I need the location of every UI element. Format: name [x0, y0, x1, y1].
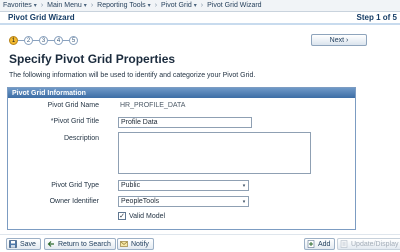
pivot-grid-type-value: Public [121, 182, 141, 189]
return-to-search-button[interactable]: Return to Search [44, 238, 116, 250]
add-button[interactable]: Add [304, 238, 336, 250]
notify-button-label: Notify [131, 240, 149, 248]
pivot-grid-name-label: Pivot Grid Name [47, 102, 99, 109]
top-navigation: Favorites ▾ › Main Menu ▾ › Reporting To… [0, 0, 400, 12]
nav-separator: › [154, 2, 158, 9]
owner-identifier-value: PeopleTools [121, 198, 160, 205]
group-header: Pivot Grid Information [8, 88, 355, 98]
description-textarea[interactable] [118, 132, 311, 174]
nav-separator: › [200, 2, 204, 9]
step-train: 1 2 3 4 5 [9, 36, 78, 45]
step-5[interactable]: 5 [69, 36, 78, 45]
next-button[interactable]: Next › [311, 34, 367, 46]
nav-item-label: Favorites [3, 2, 32, 9]
wizard-header: Pivot Grid Wizard Step 1 of 5 [0, 12, 400, 25]
nav-item-reporting-tools[interactable]: Reporting Tools ▾ [97, 2, 151, 9]
notify-button[interactable]: Notify [117, 238, 154, 250]
return-arrow-icon [47, 240, 55, 248]
nav-item-favorites[interactable]: Favorites ▾ [3, 2, 37, 9]
nav-item-label: Main Menu [47, 2, 82, 9]
envelope-icon [120, 240, 128, 248]
valid-model-label: Valid Model [129, 213, 166, 220]
nav-item-label: Reporting Tools [97, 2, 146, 9]
wizard-title: Pivot Grid Wizard [8, 13, 75, 22]
valid-model-checkbox[interactable]: ✓ [118, 212, 126, 220]
page-title: Specify Pivot Grid Properties [9, 52, 176, 66]
dropdown-arrow-icon: ▾ [242, 198, 246, 205]
step-indicator-label: Step 1 of 5 [356, 13, 397, 22]
step-2[interactable]: 2 [24, 36, 33, 45]
update-display-icon [340, 240, 348, 248]
step-3[interactable]: 3 [39, 36, 48, 45]
nav-item-label: Pivot Grid [161, 2, 192, 9]
nav-separator: › [90, 2, 94, 9]
step-4[interactable]: 4 [54, 36, 63, 45]
pivot-grid-title-label: *Pivot Grid Title [50, 118, 99, 125]
save-button[interactable]: Save [6, 238, 41, 250]
nav-separator: › [40, 2, 44, 9]
pivot-grid-type-label: Pivot Grid Type [51, 182, 99, 189]
dropdown-arrow-icon: ▾ [242, 182, 246, 189]
description-label: Description [63, 135, 99, 142]
chevron-down-icon: ▾ [33, 3, 37, 9]
pivot-grid-name-value: HR_PROFILE_DATA [120, 102, 186, 109]
nav-item-label: Pivot Grid Wizard [207, 2, 262, 9]
add-button-label: Add [318, 240, 331, 248]
save-icon [9, 240, 17, 248]
pivot-grid-information-group: Pivot Grid Information Pivot Grid Name H… [7, 87, 356, 230]
step-1[interactable]: 1 [9, 36, 18, 45]
chevron-down-icon: ▾ [83, 3, 87, 9]
update-display-button[interactable]: Update/Display [337, 238, 400, 250]
nav-item-pivot-grid-wizard[interactable]: Pivot Grid Wizard [207, 2, 261, 9]
pivot-grid-title-input[interactable]: Profile Data [118, 117, 252, 128]
return-to-search-label: Return to Search [58, 240, 111, 248]
page-instructions: The following information will be used t… [9, 72, 256, 79]
owner-identifier-select[interactable]: PeopleTools ▾ [118, 196, 249, 207]
update-display-label: Update/Display [351, 240, 399, 248]
nav-item-main-menu[interactable]: Main Menu ▾ [47, 2, 87, 9]
save-button-label: Save [20, 240, 36, 248]
bottom-toolbar: Save Return to Search Notify Add Update/… [0, 234, 400, 252]
nav-item-pivot-grid[interactable]: Pivot Grid ▾ [161, 2, 197, 9]
pivot-grid-title-value: Profile Data [121, 119, 158, 126]
chevron-down-icon: ▾ [147, 3, 151, 9]
pivot-grid-type-select[interactable]: Public ▾ [118, 180, 249, 191]
owner-identifier-label: Owner Identifier [49, 198, 99, 205]
chevron-down-icon: ▾ [193, 3, 197, 9]
add-icon [307, 240, 315, 248]
